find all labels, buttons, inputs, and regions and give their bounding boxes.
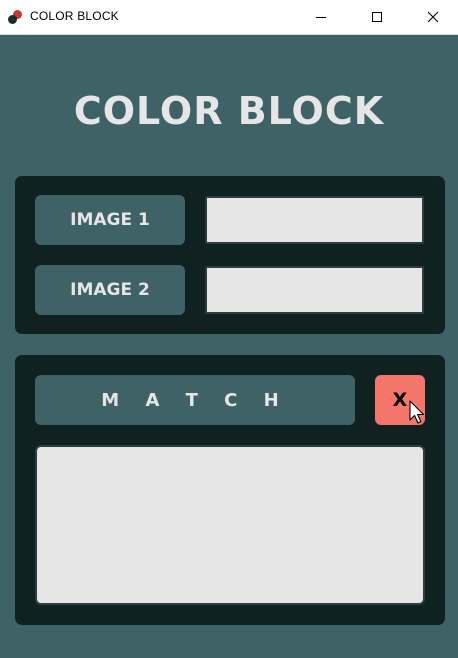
match-button[interactable]: M A T C H bbox=[35, 375, 355, 425]
close-icon bbox=[427, 11, 439, 23]
minimize-icon bbox=[316, 17, 326, 18]
maximize-button[interactable] bbox=[354, 0, 400, 34]
window-titlebar[interactable]: COLOR BLOCK bbox=[0, 0, 458, 35]
image2-field[interactable] bbox=[205, 266, 424, 314]
close-button[interactable] bbox=[410, 0, 456, 34]
app-dots-icon bbox=[8, 10, 22, 24]
image1-field[interactable] bbox=[205, 196, 424, 244]
app-client-area: COLOR BLOCK IMAGE 1 IMAGE 2 M A T C H X bbox=[0, 35, 458, 658]
image2-button[interactable]: IMAGE 2 bbox=[35, 265, 185, 315]
match-panel: M A T C H X bbox=[15, 355, 445, 625]
image-panel: IMAGE 1 IMAGE 2 bbox=[15, 176, 445, 334]
image1-button[interactable]: IMAGE 1 bbox=[35, 195, 185, 245]
window-title: COLOR BLOCK bbox=[30, 9, 119, 23]
minimize-button[interactable] bbox=[298, 0, 344, 34]
page-title: COLOR BLOCK bbox=[73, 89, 385, 133]
result-box bbox=[35, 445, 425, 605]
clear-button[interactable]: X bbox=[375, 375, 425, 425]
maximize-icon bbox=[372, 12, 382, 22]
